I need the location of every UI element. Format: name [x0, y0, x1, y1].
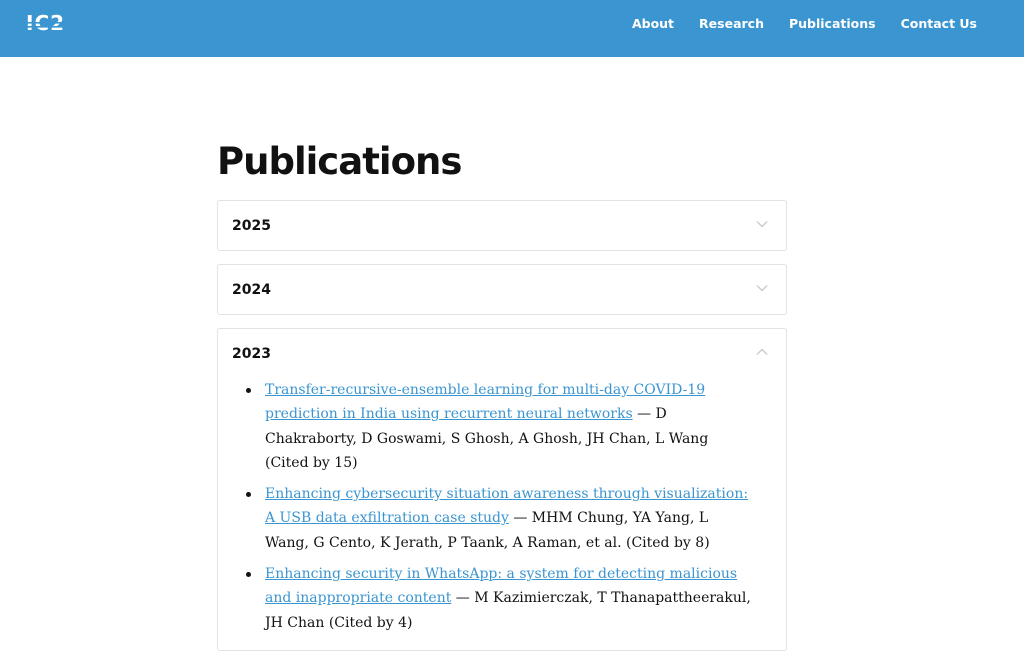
site-logo[interactable]: IC2 — [26, 11, 74, 35]
accordion-year-label: 2024 — [232, 282, 271, 298]
accordion-header-2025[interactable]: 2025 — [218, 201, 786, 250]
bullet-icon — [246, 572, 251, 578]
main-nav: About Research Publications Contact Us — [607, 15, 977, 33]
nav-publications[interactable]: Publications — [789, 15, 876, 33]
chevron-down-icon — [756, 221, 768, 228]
accordion-2025: 2025 — [217, 200, 787, 251]
publication-item: Enhancing security in WhatsApp: a system… — [246, 562, 756, 635]
accordion-2023: 2023 Transfer-recursive-ensemble learnin… — [217, 328, 787, 651]
accordion-header-2024[interactable]: 2024 — [218, 265, 786, 314]
accordion-body-2023: Transfer-recursive-ensemble learning for… — [218, 378, 786, 650]
accordion-year-label: 2023 — [232, 346, 271, 362]
nav-about[interactable]: About — [632, 15, 674, 33]
bullet-icon — [246, 388, 251, 393]
accordion-2024: 2024 — [217, 264, 787, 315]
chevron-down-icon — [756, 285, 768, 292]
nav-research[interactable]: Research — [699, 15, 764, 33]
chevron-up-icon — [756, 348, 768, 355]
publication-list: Transfer-recursive-ensemble learning for… — [246, 378, 756, 635]
page-title: Publications — [217, 140, 462, 183]
accordion-header-2023[interactable]: 2023 — [218, 329, 786, 378]
publication-item: Enhancing cybersecurity situation awaren… — [246, 482, 756, 555]
main-content: Publications 2025 2024 2023 Transfer-rec… — [217, 138, 787, 651]
top-navbar: IC2 About Research Publications Contact … — [0, 0, 1024, 57]
nav-contact-us[interactable]: Contact Us — [901, 15, 977, 33]
publication-item: Transfer-recursive-ensemble learning for… — [246, 378, 756, 475]
bullet-icon — [246, 492, 251, 498]
accordion-year-label: 2025 — [232, 218, 271, 234]
